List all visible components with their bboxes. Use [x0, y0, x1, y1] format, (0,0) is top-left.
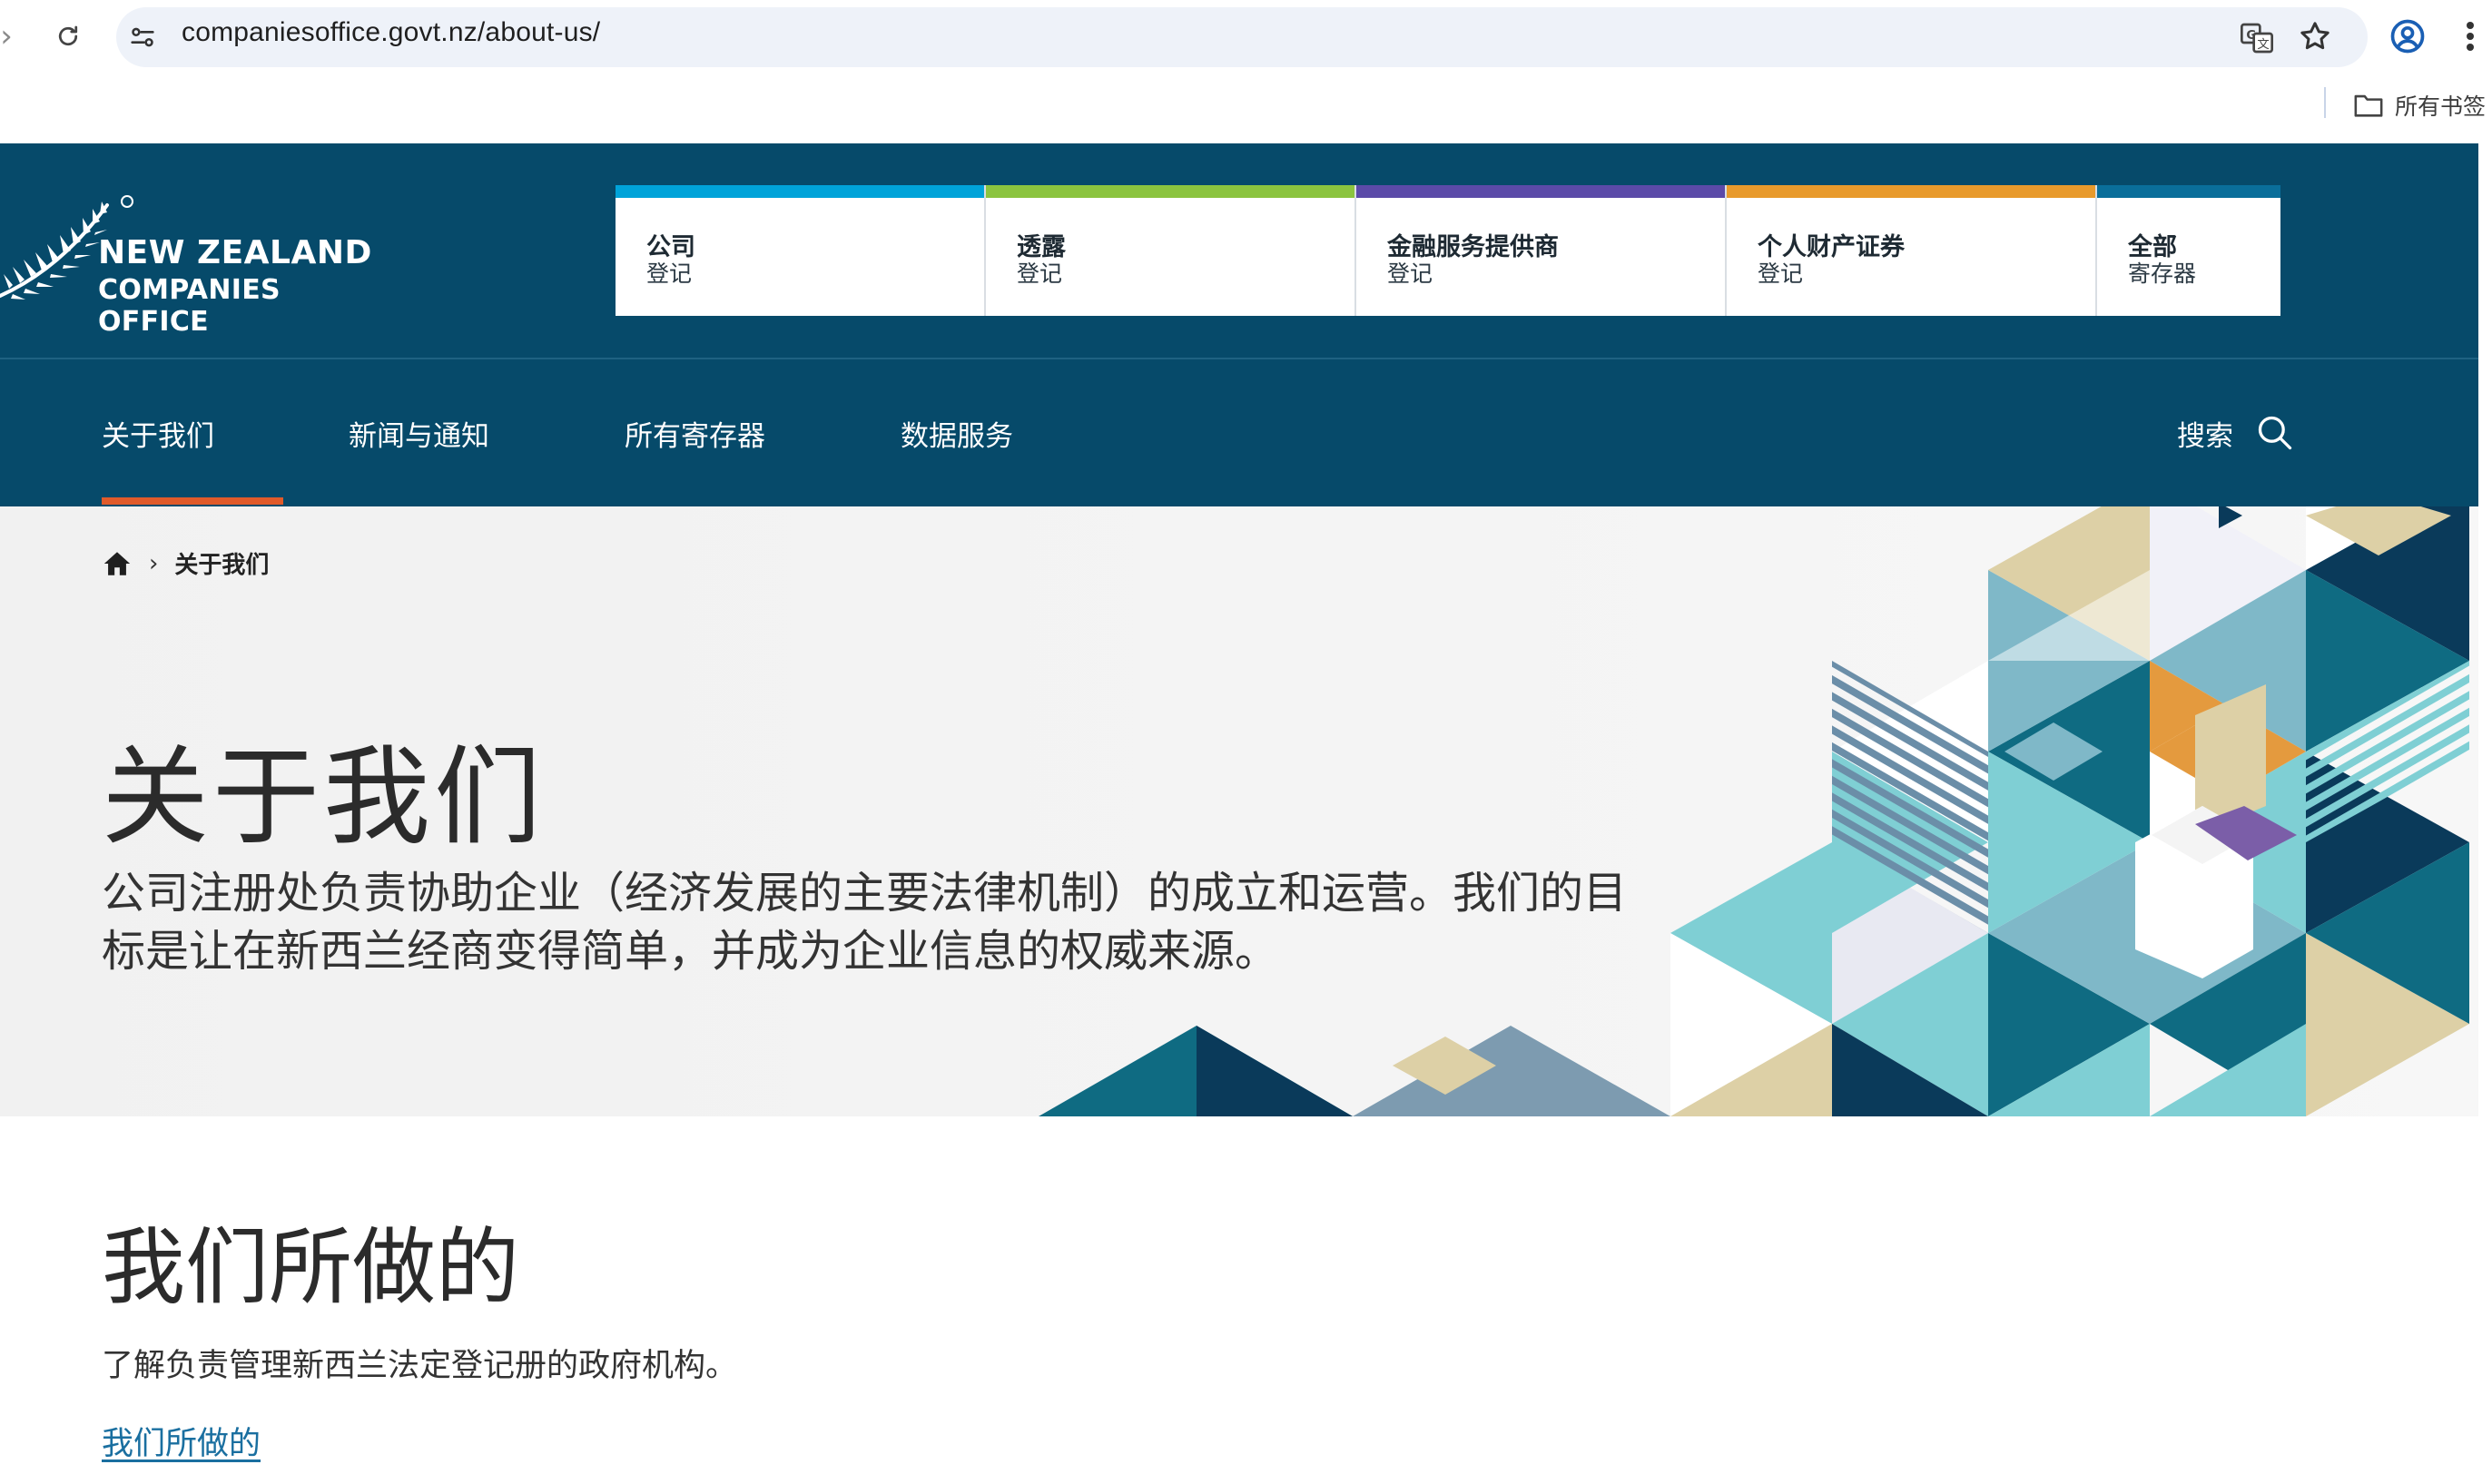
register-subtitle: 登记 [1017, 260, 1063, 287]
search-label: 搜索 [2177, 419, 2233, 453]
site-header: NEW ZEALAND COMPANIES OFFICE 公司 登记 透露 登记… [0, 143, 2478, 506]
browser-chrome: › companiesoffice.govt.nz/about-us/ G文 所… [0, 0, 2492, 143]
register-tile-disclose[interactable]: 透露 登记 [986, 185, 1356, 316]
search-icon [2258, 416, 2292, 450]
nav-item-data-services[interactable]: 数据服务 [901, 359, 1013, 506]
site-info-icon[interactable] [127, 22, 158, 53]
nav-item-news[interactable]: 新闻与通知 [349, 359, 489, 506]
register-subtitle: 登记 [1387, 260, 1433, 287]
nav-item-all-registers[interactable]: 所有寄存器 [625, 359, 765, 506]
section-text: 了解负责管理新西兰法定登记册的政府机构。 [102, 1348, 738, 1384]
search-button[interactable]: 搜索 [2177, 359, 2295, 506]
nav-active-indicator [102, 497, 283, 505]
breadcrumb-separator: › [149, 549, 159, 577]
register-subtitle: 登记 [1758, 260, 1804, 287]
main-nav: 关于我们 新闻与通知 所有寄存器 数据服务 搜索 [0, 359, 2478, 506]
url-text[interactable]: companiesoffice.govt.nz/about-us/ [182, 17, 600, 48]
companies-office-logo[interactable]: NEW ZEALAND COMPANIES OFFICE [0, 143, 381, 352]
register-color-bar [2097, 185, 2280, 198]
bookmarks-label: 所有书签 [2395, 93, 2487, 120]
register-color-bar [1356, 185, 1725, 198]
page-edge [2478, 143, 2492, 1116]
register-tile-all-registers[interactable]: 全部 寄存器 [2097, 185, 2280, 316]
what-we-do-link[interactable]: 我们所做的 [102, 1418, 261, 1464]
hero-banner: › 关于我们 关于我们 公司注册处负责协助企业（经济发展的主要法律机制）的成立和… [0, 506, 2478, 1116]
bookmarks-divider [2324, 87, 2326, 118]
all-bookmarks-button[interactable]: 所有书签 [2353, 89, 2486, 122]
profile-icon[interactable] [2388, 16, 2428, 56]
register-tiles: 公司 登记 透露 登记 金融服务提供商 登记 个人财产证券 登记 全部 寄存器 [616, 185, 2280, 316]
breadcrumb: › 关于我们 [102, 546, 269, 580]
folder-icon [2354, 94, 2383, 117]
home-icon[interactable] [102, 548, 133, 579]
register-subtitle: 寄存器 [2128, 260, 2197, 287]
register-tile-personal-property-securities[interactable]: 个人财产证券 登记 [1727, 185, 2097, 316]
register-subtitle: 登记 [646, 260, 693, 287]
hero-description: 公司注册处负责协助企业（经济发展的主要法律机制）的成立和运营。我们的目标是让在新… [102, 868, 1628, 977]
logo-text-line1: NEW ZEALAND [98, 234, 372, 271]
register-tile-financial-service-providers[interactable]: 金融服务提供商 登记 [1356, 185, 1727, 316]
register-color-bar [616, 185, 984, 198]
nav-item-about-us[interactable]: 关于我们 [102, 359, 214, 506]
bookmark-star-icon[interactable] [2297, 18, 2333, 54]
svg-text:文: 文 [2257, 37, 2269, 52]
logo-text-line2: COMPANIES OFFICE [98, 274, 281, 338]
translate-icon[interactable]: G文 [2239, 20, 2275, 56]
reload-icon[interactable] [49, 16, 87, 56]
menu-dots-icon[interactable] [2457, 15, 2484, 58]
section-title: 我们所做的 [102, 1219, 520, 1316]
register-tile-companies[interactable]: 公司 登记 [616, 185, 986, 316]
register-color-bar [986, 185, 1354, 198]
back-arrow-icon[interactable]: › [0, 16, 18, 56]
page-title: 关于我们 [102, 734, 546, 860]
breadcrumb-current: 关于我们 [174, 552, 270, 579]
register-color-bar [1727, 185, 2095, 198]
